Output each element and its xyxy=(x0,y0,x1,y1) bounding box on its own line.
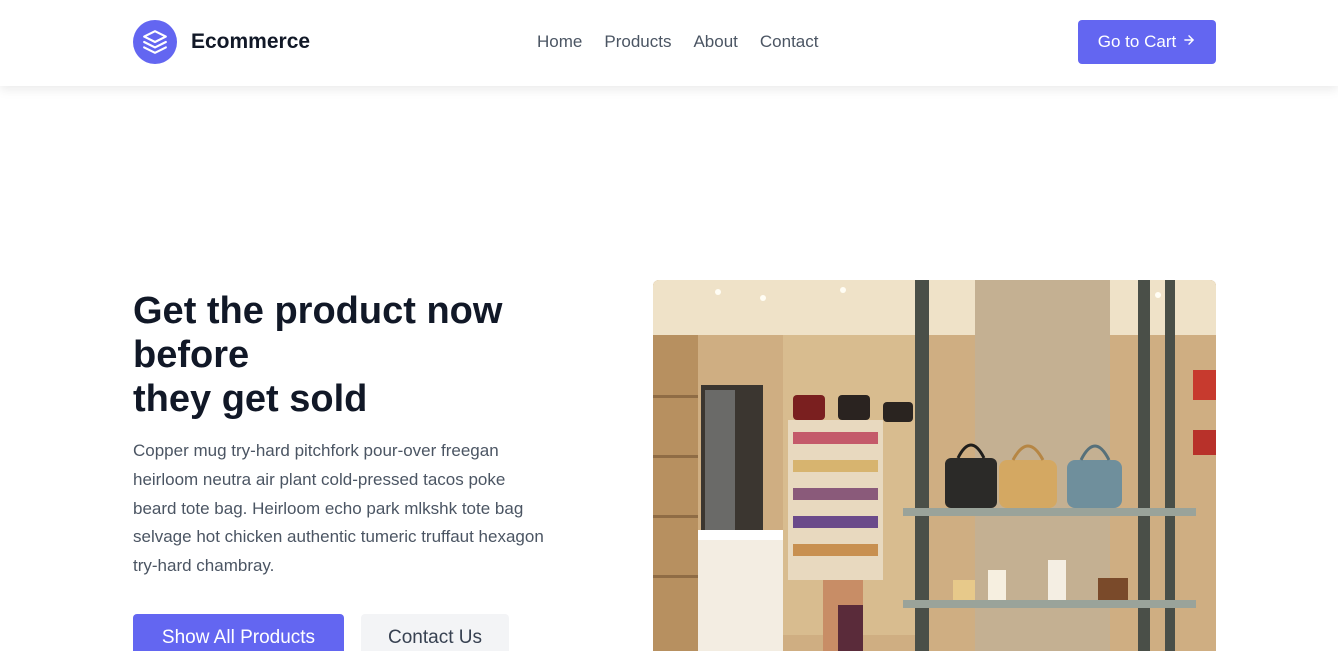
site-header: Ecommerce Home Products About Contact Go… xyxy=(0,0,1338,86)
brand-link[interactable]: Ecommerce xyxy=(133,20,310,64)
show-all-products-button[interactable]: Show All Products xyxy=(133,614,344,651)
hero-title: Get the product now before they get sold xyxy=(133,289,553,421)
hero-title-line: they get sold xyxy=(133,378,368,420)
contact-us-button[interactable]: Contact Us xyxy=(361,614,509,651)
brand-name: Ecommerce xyxy=(191,30,311,53)
main-nav: Home Products About Contact xyxy=(537,31,818,53)
go-to-cart-button[interactable]: Go to Cart xyxy=(1078,20,1216,64)
hero-description: Copper mug try-hard pitchfork pour-over … xyxy=(133,441,544,576)
arrow-right-icon xyxy=(1182,32,1196,52)
hero-title-line: Get the product now before xyxy=(133,290,503,376)
hero-store-image xyxy=(653,280,1216,651)
nav-link-contact[interactable]: Contact xyxy=(760,31,819,53)
nav-link-about[interactable]: About xyxy=(693,31,737,53)
nav-link-products[interactable]: Products xyxy=(604,31,671,53)
nav-link-home[interactable]: Home xyxy=(537,31,582,53)
go-to-cart-label: Go to Cart xyxy=(1097,32,1177,51)
layers-icon xyxy=(133,20,177,64)
